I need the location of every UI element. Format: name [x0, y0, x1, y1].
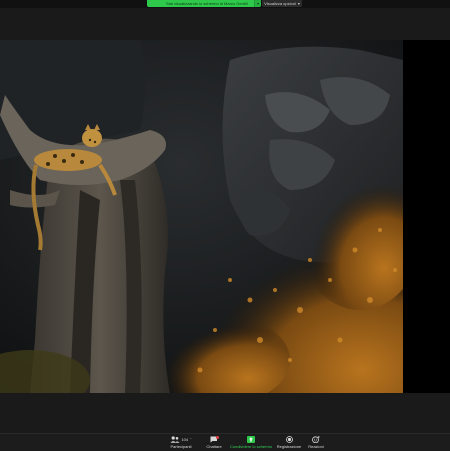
record-button[interactable]: Registrazione: [276, 435, 302, 450]
view-options-button[interactable]: Visualizza opzioni ▾: [262, 0, 302, 7]
share-banner-text: Stai visualizzando lo schermo di Marco G…: [166, 1, 248, 6]
share-screen-button[interactable]: Condividere lo schermo: [229, 435, 273, 450]
screen-share-banner[interactable]: Stai visualizzando lo schermo di Marco G…: [147, 0, 261, 7]
side-panel: [403, 40, 450, 393]
chevron-down-icon[interactable]: ▾: [254, 0, 261, 7]
chevron-up-icon[interactable]: ^: [190, 437, 191, 441]
participants-button[interactable]: 104 ^ Partecipanti: [170, 435, 192, 450]
view-options-label: Visualizza opzioni: [264, 1, 296, 6]
share-screen-label: Condividere lo schermo: [229, 444, 273, 449]
participants-label: Partecipanti: [170, 444, 192, 449]
meeting-toolbar: 104 ^ Partecipanti Chattare Condividere …: [0, 433, 450, 451]
record-label: Registrazione: [276, 444, 302, 449]
record-icon: [285, 435, 293, 443]
chat-bubble-icon: [210, 435, 219, 442]
smiley-plus-icon: [312, 435, 320, 443]
people-icon: [170, 435, 180, 443]
reactions-label: Reazioni: [308, 444, 324, 449]
reactions-button[interactable]: Reazioni: [305, 435, 327, 450]
participants-count: 104: [181, 436, 189, 442]
chat-label: Chattare: [206, 444, 222, 449]
chevron-down-icon: ▾: [297, 1, 300, 6]
share-screen-arrow-icon: [247, 435, 255, 443]
chat-button[interactable]: Chattare: [204, 435, 224, 450]
shared-screen-image: [0, 40, 403, 393]
